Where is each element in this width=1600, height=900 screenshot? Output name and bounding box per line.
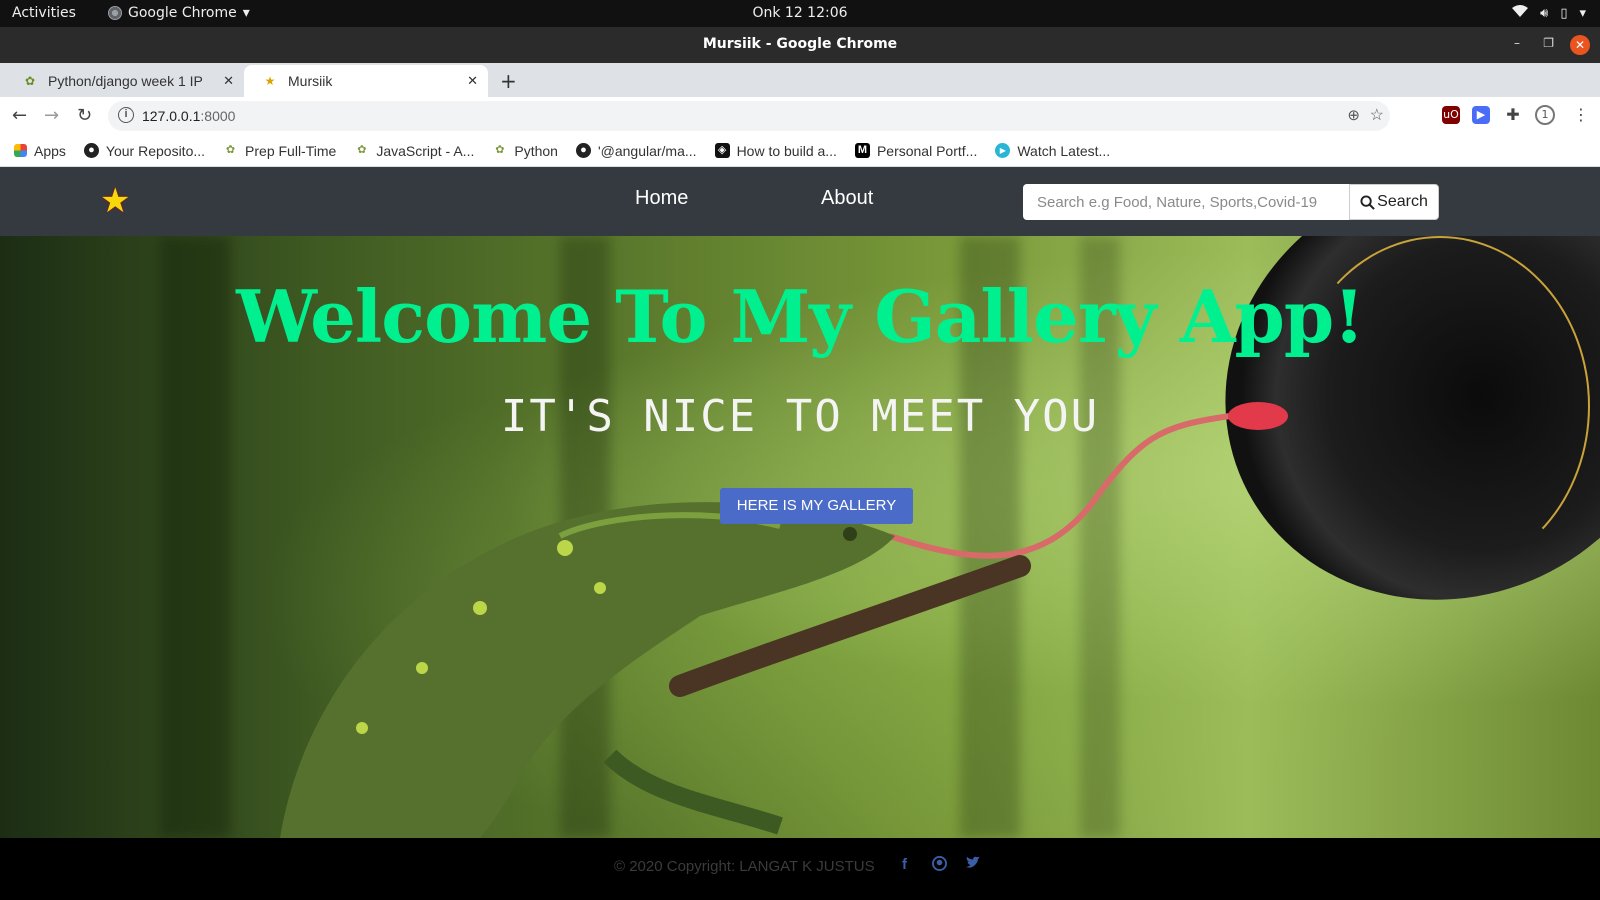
- footer-copyright: © 2020 Copyright: LANGAT K JUSTUS: [614, 858, 875, 875]
- web-page: ★ Home About Search e.g Food, Nature, Sp…: [0, 167, 1600, 900]
- bookmark-label: Python: [514, 142, 558, 159]
- site-logo-star-icon[interactable]: ★: [100, 184, 130, 218]
- zoom-icon[interactable]: ⊕: [1347, 106, 1360, 124]
- tab-mursiik[interactable]: ★ Mursiik ✕: [244, 65, 488, 97]
- search-icon: [1360, 194, 1375, 210]
- url-host: 127.0.0.1: [142, 108, 201, 124]
- bookmark-label: Personal Portf...: [876, 142, 978, 159]
- forward-arrow-icon[interactable]: →: [44, 105, 59, 126]
- facebook-icon[interactable]: f: [902, 856, 907, 873]
- chrome-menu-icon[interactable]: ⋮: [1572, 106, 1590, 124]
- window-titlebar: Mursiik - Google Chrome – ❐ ✕: [0, 27, 1600, 63]
- url-text[interactable]: 127.0.0.1:8000: [142, 108, 235, 124]
- ublock-extension-icon[interactable]: uO: [1442, 106, 1460, 124]
- new-tab-button[interactable]: +: [500, 69, 517, 93]
- profile-avatar-icon[interactable]: 1: [1535, 105, 1555, 125]
- tab-label: Python/django week 1 IP: [48, 73, 203, 89]
- leaf-icon: ✿: [495, 144, 505, 156]
- medium-icon: M: [854, 143, 870, 158]
- address-bar[interactable]: i 127.0.0.1:8000 ⊕ ☆: [108, 101, 1390, 131]
- bookmark-javascript[interactable]: ✿ JavaScript - A...: [354, 143, 474, 159]
- url-port: :8000: [200, 108, 236, 124]
- twitter-icon[interactable]: [965, 856, 981, 874]
- bookmark-label: Prep Full-Time: [245, 142, 337, 159]
- tab-strip: ✿ Python/django week 1 IP ✕ ★ Mursiik ✕ …: [0, 63, 1600, 97]
- bookmark-label: '@angular/ma...: [597, 142, 697, 159]
- zoom-extension-icon[interactable]: ▶: [1472, 106, 1490, 124]
- back-arrow-icon[interactable]: ←: [12, 105, 27, 126]
- tab-python-django[interactable]: ✿ Python/django week 1 IP ✕: [4, 65, 244, 97]
- github-icon: ●: [575, 143, 591, 158]
- leaf-icon: ✿: [24, 74, 36, 88]
- hero-heading: Welcome To My Gallery App!: [236, 274, 1365, 359]
- bookmarks-bar: Apps ● Your Reposito... ✿ Prep Full-Time ✿…: [0, 135, 1600, 167]
- tab-close-icon[interactable]: ✕: [467, 73, 478, 89]
- app-menu[interactable]: Google Chrome ▾: [108, 5, 250, 21]
- system-top-bar: Activities Google Chrome ▾ Onk 12 12:06 …: [0, 0, 1600, 27]
- activities-button[interactable]: Activities: [12, 5, 76, 21]
- github-icon[interactable]: [932, 856, 947, 875]
- site-info-icon[interactable]: i: [118, 107, 134, 123]
- gallery-button[interactable]: HERE IS MY GALLERY: [720, 488, 913, 524]
- reload-icon[interactable]: ↻: [77, 105, 92, 126]
- app-menu-label: Google Chrome: [128, 5, 237, 21]
- minimize-icon[interactable]: –: [1514, 36, 1520, 50]
- bookmark-label: Apps: [34, 142, 66, 159]
- site-footer: © 2020 Copyright: LANGAT K JUSTUS f: [0, 838, 1600, 900]
- nav-link-home[interactable]: Home: [635, 187, 688, 210]
- hero-section: Welcome To My Gallery App! IT'S NICE TO …: [0, 236, 1600, 838]
- bookmark-label: JavaScript - A...: [376, 142, 475, 159]
- bookmark-prep-full-time[interactable]: ✿ Prep Full-Time: [223, 143, 336, 159]
- tab-label: Mursiik: [288, 73, 333, 89]
- dark-icon: ◈: [714, 143, 730, 158]
- tab-close-icon[interactable]: ✕: [223, 73, 234, 89]
- leaf-icon: ✿: [225, 144, 236, 156]
- search-button-label: Search: [1377, 193, 1428, 210]
- bookmark-python[interactable]: ✿ Python: [492, 143, 558, 159]
- bookmark-repositories[interactable]: ● Your Reposito...: [83, 142, 206, 159]
- search-input[interactable]: [1023, 184, 1349, 220]
- nav-link-about[interactable]: About: [821, 187, 873, 210]
- system-menu-chevron-icon: ▾: [1579, 5, 1586, 21]
- window-title: Mursiik - Google Chrome: [702, 36, 898, 52]
- leaf-icon: ✿: [357, 144, 367, 156]
- restore-icon[interactable]: ❐: [1543, 36, 1554, 50]
- bookmark-label: Watch Latest...: [1017, 142, 1111, 159]
- search-button[interactable]: Search: [1349, 184, 1439, 220]
- toolbar: ← → ↻ i 127.0.0.1:8000 ⊕ ☆ uO ▶ ✚ 1 ⋮: [0, 97, 1600, 135]
- bookmark-label: Your Reposito...: [105, 142, 206, 159]
- bookmark-watch-latest[interactable]: ▶ Watch Latest...: [995, 143, 1110, 159]
- site-favicon-icon: ★: [264, 74, 276, 88]
- wifi-icon: [1512, 4, 1529, 22]
- bookmark-star-icon[interactable]: ☆: [1370, 105, 1384, 125]
- apps-grid-icon: [14, 144, 27, 157]
- battery-icon: ▯: [1560, 5, 1568, 21]
- window-close-icon[interactable]: ✕: [1570, 35, 1590, 55]
- volume-icon: 🔊︎: [1540, 5, 1549, 21]
- hero-subheading: IT'S NICE TO MEET YOU: [500, 391, 1100, 442]
- site-navbar: ★ Home About Search: [0, 167, 1600, 236]
- bookmark-how-to-build[interactable]: ◈ How to build a...: [714, 142, 837, 159]
- github-icon: ●: [83, 143, 99, 158]
- bookmark-label: How to build a...: [736, 142, 837, 159]
- bookmark-apps[interactable]: Apps: [14, 143, 66, 159]
- bookmark-angular[interactable]: ● '@angular/ma...: [575, 142, 697, 159]
- search-form: Search: [1023, 184, 1439, 220]
- system-tray[interactable]: 🔊︎ ▯ ▾: [1512, 4, 1586, 22]
- play-icon: ▶: [995, 143, 1011, 158]
- bookmark-personal-portfolio[interactable]: M Personal Portf...: [854, 142, 978, 159]
- chrome-icon: [108, 6, 122, 20]
- extensions-puzzle-icon[interactable]: ✚: [1504, 106, 1522, 124]
- chevron-down-icon: ▾: [242, 5, 250, 21]
